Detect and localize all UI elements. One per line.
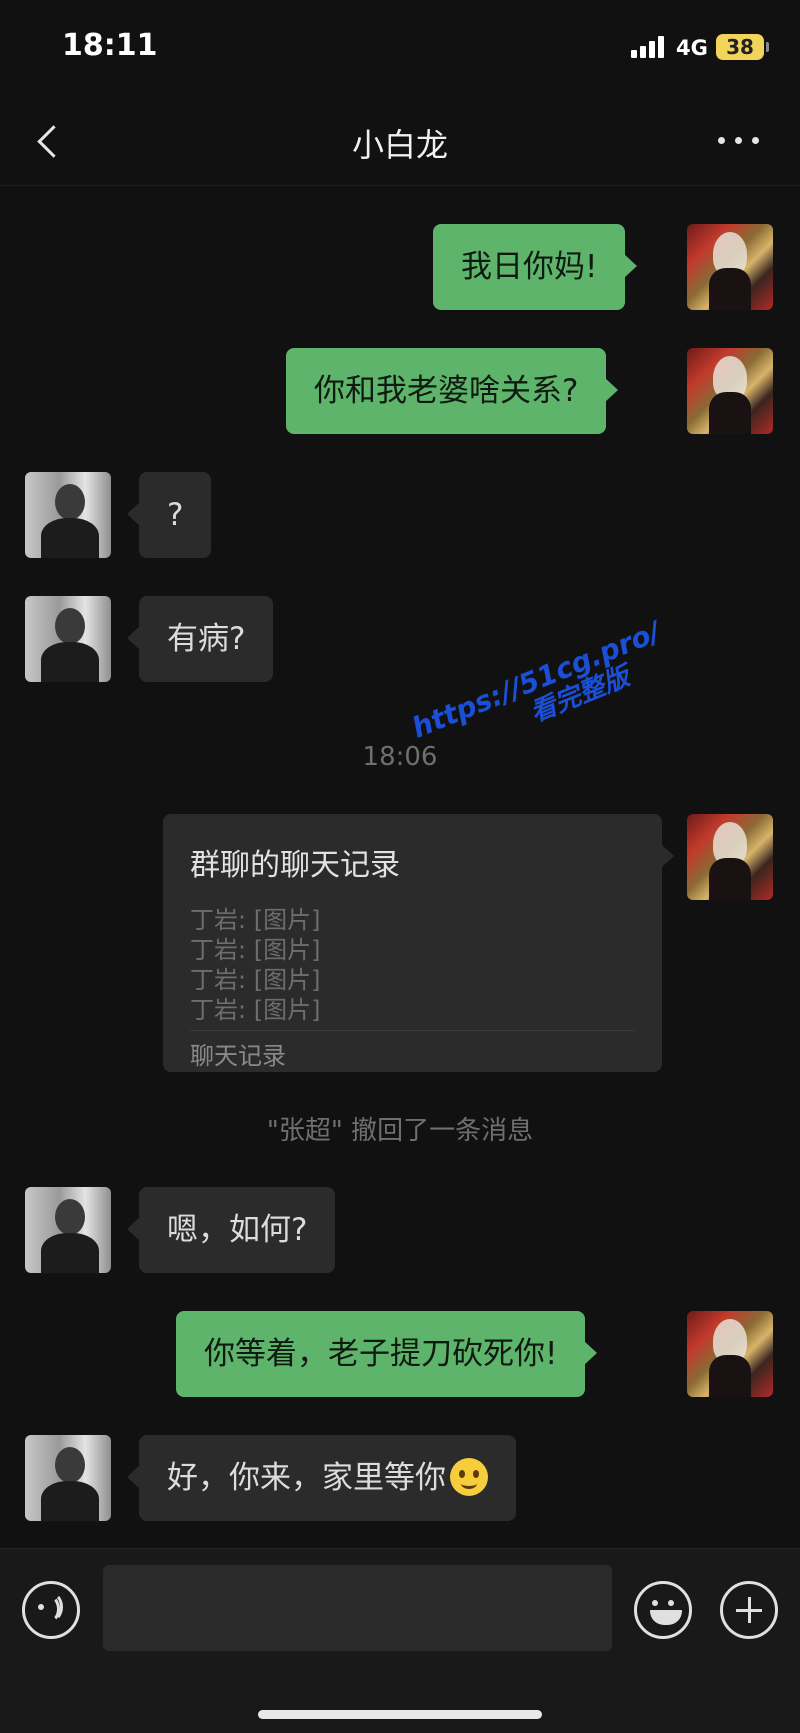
message-bubble-incoming[interactable]: 嗯，如何? [126, 1187, 336, 1273]
message-timestamp: 18:06 [362, 742, 438, 772]
status-bar: 18:11 4G 38 [0, 0, 800, 96]
self-avatar[interactable] [687, 814, 773, 900]
nav-bar: 小白龙 [0, 96, 800, 186]
message-bubble-incoming[interactable]: ? [126, 472, 212, 558]
message-text: 好，你来，家里等你 [167, 1460, 446, 1496]
recall-notice: "张超" 撤回了一条消息 [266, 1116, 534, 1146]
contact-avatar[interactable] [25, 472, 111, 558]
self-avatar[interactable] [687, 1311, 773, 1397]
contact-avatar[interactable] [25, 596, 111, 682]
chat-record-card[interactable]: 群聊的聊天记录 丁岩: [图片] 丁岩: [图片] 丁岩: [图片] 丁岩: [… [163, 814, 674, 1072]
signal-icon [631, 36, 667, 58]
more-dots-icon[interactable] [716, 130, 762, 150]
chat-title: 小白龙 [351, 126, 448, 164]
self-avatar[interactable] [687, 348, 773, 434]
message-bubble-outgoing[interactable]: 我日你妈! [433, 224, 638, 310]
input-bar [0, 1548, 800, 1733]
chat-record-line: 丁岩: [图片] [190, 996, 321, 1024]
divider [190, 1030, 635, 1031]
message-bubble-outgoing[interactable]: 你和我老婆啥关系? [286, 348, 619, 434]
battery-icon: 38 [716, 34, 769, 60]
voice-icon[interactable] [22, 1581, 80, 1639]
message-bubble-incoming[interactable]: 有病? [126, 596, 274, 682]
plus-icon[interactable] [720, 1581, 778, 1639]
message-bubble-incoming[interactable]: 好，你来，家里等你 [127, 1435, 516, 1521]
message-input[interactable] [103, 1565, 612, 1651]
emoji-icon[interactable] [634, 1581, 692, 1639]
self-avatar[interactable] [687, 224, 773, 310]
contact-avatar[interactable] [25, 1187, 111, 1273]
status-time: 18:11 [62, 28, 158, 63]
network-type: 4G [676, 36, 708, 60]
smile-emoji-icon [450, 1457, 488, 1496]
home-indicator[interactable] [258, 1710, 542, 1719]
chat-record-title: 群聊的聊天记录 [190, 848, 400, 883]
chat-record-footer: 聊天记录 [190, 1042, 286, 1070]
message-bubble-outgoing[interactable]: 你等着，老子提刀砍死你! [176, 1311, 598, 1397]
contact-avatar[interactable] [25, 1435, 111, 1521]
